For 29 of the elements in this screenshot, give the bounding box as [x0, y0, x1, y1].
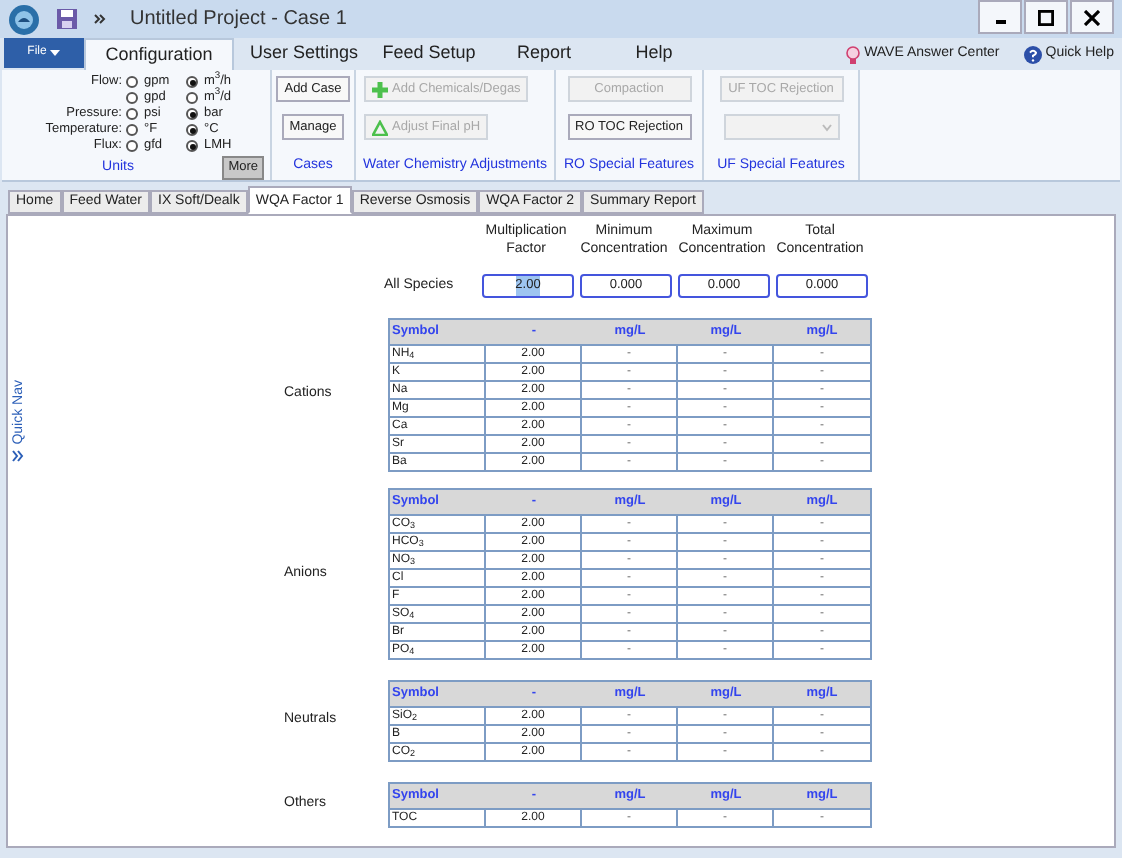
- radio-button[interactable]: [186, 124, 198, 136]
- lightbulb-icon: [846, 45, 861, 63]
- app-logo-icon: [8, 3, 40, 35]
- plus-icon: [372, 81, 388, 97]
- radio-button[interactable]: [186, 140, 198, 152]
- caret-icon: [50, 50, 61, 56]
- ribbon-tab[interactable]: Help: [604, 38, 704, 70]
- close-icon: [1084, 9, 1100, 25]
- ribbon-tab[interactable]: Feed Setup: [374, 38, 484, 70]
- radio-button[interactable]: [186, 92, 198, 104]
- ribbon-tab[interactable]: User Settings: [234, 38, 374, 70]
- radio-button[interactable]: [186, 108, 198, 120]
- radio-button[interactable]: [186, 76, 198, 88]
- radio-button[interactable]: [126, 140, 138, 152]
- window-title: Untitled Project - Case 1: [130, 6, 347, 34]
- minimize-icon: [995, 20, 1005, 24]
- chevron-right-icon: [94, 14, 106, 24]
- radio-button[interactable]: [126, 92, 138, 104]
- save-icon: [56, 8, 78, 30]
- caret-icon: [821, 123, 831, 131]
- help-icon: [1023, 45, 1042, 63]
- chevron-right-icon: [12, 450, 24, 463]
- ribbon-tab[interactable]: Report: [484, 38, 604, 70]
- radio-button[interactable]: [126, 108, 138, 120]
- radio-button[interactable]: [126, 76, 138, 88]
- radio-button[interactable]: [126, 124, 138, 136]
- maximize-icon: [1038, 9, 1054, 25]
- ribbon-tab[interactable]: Configuration: [84, 38, 234, 70]
- triangle-icon: [372, 119, 388, 135]
